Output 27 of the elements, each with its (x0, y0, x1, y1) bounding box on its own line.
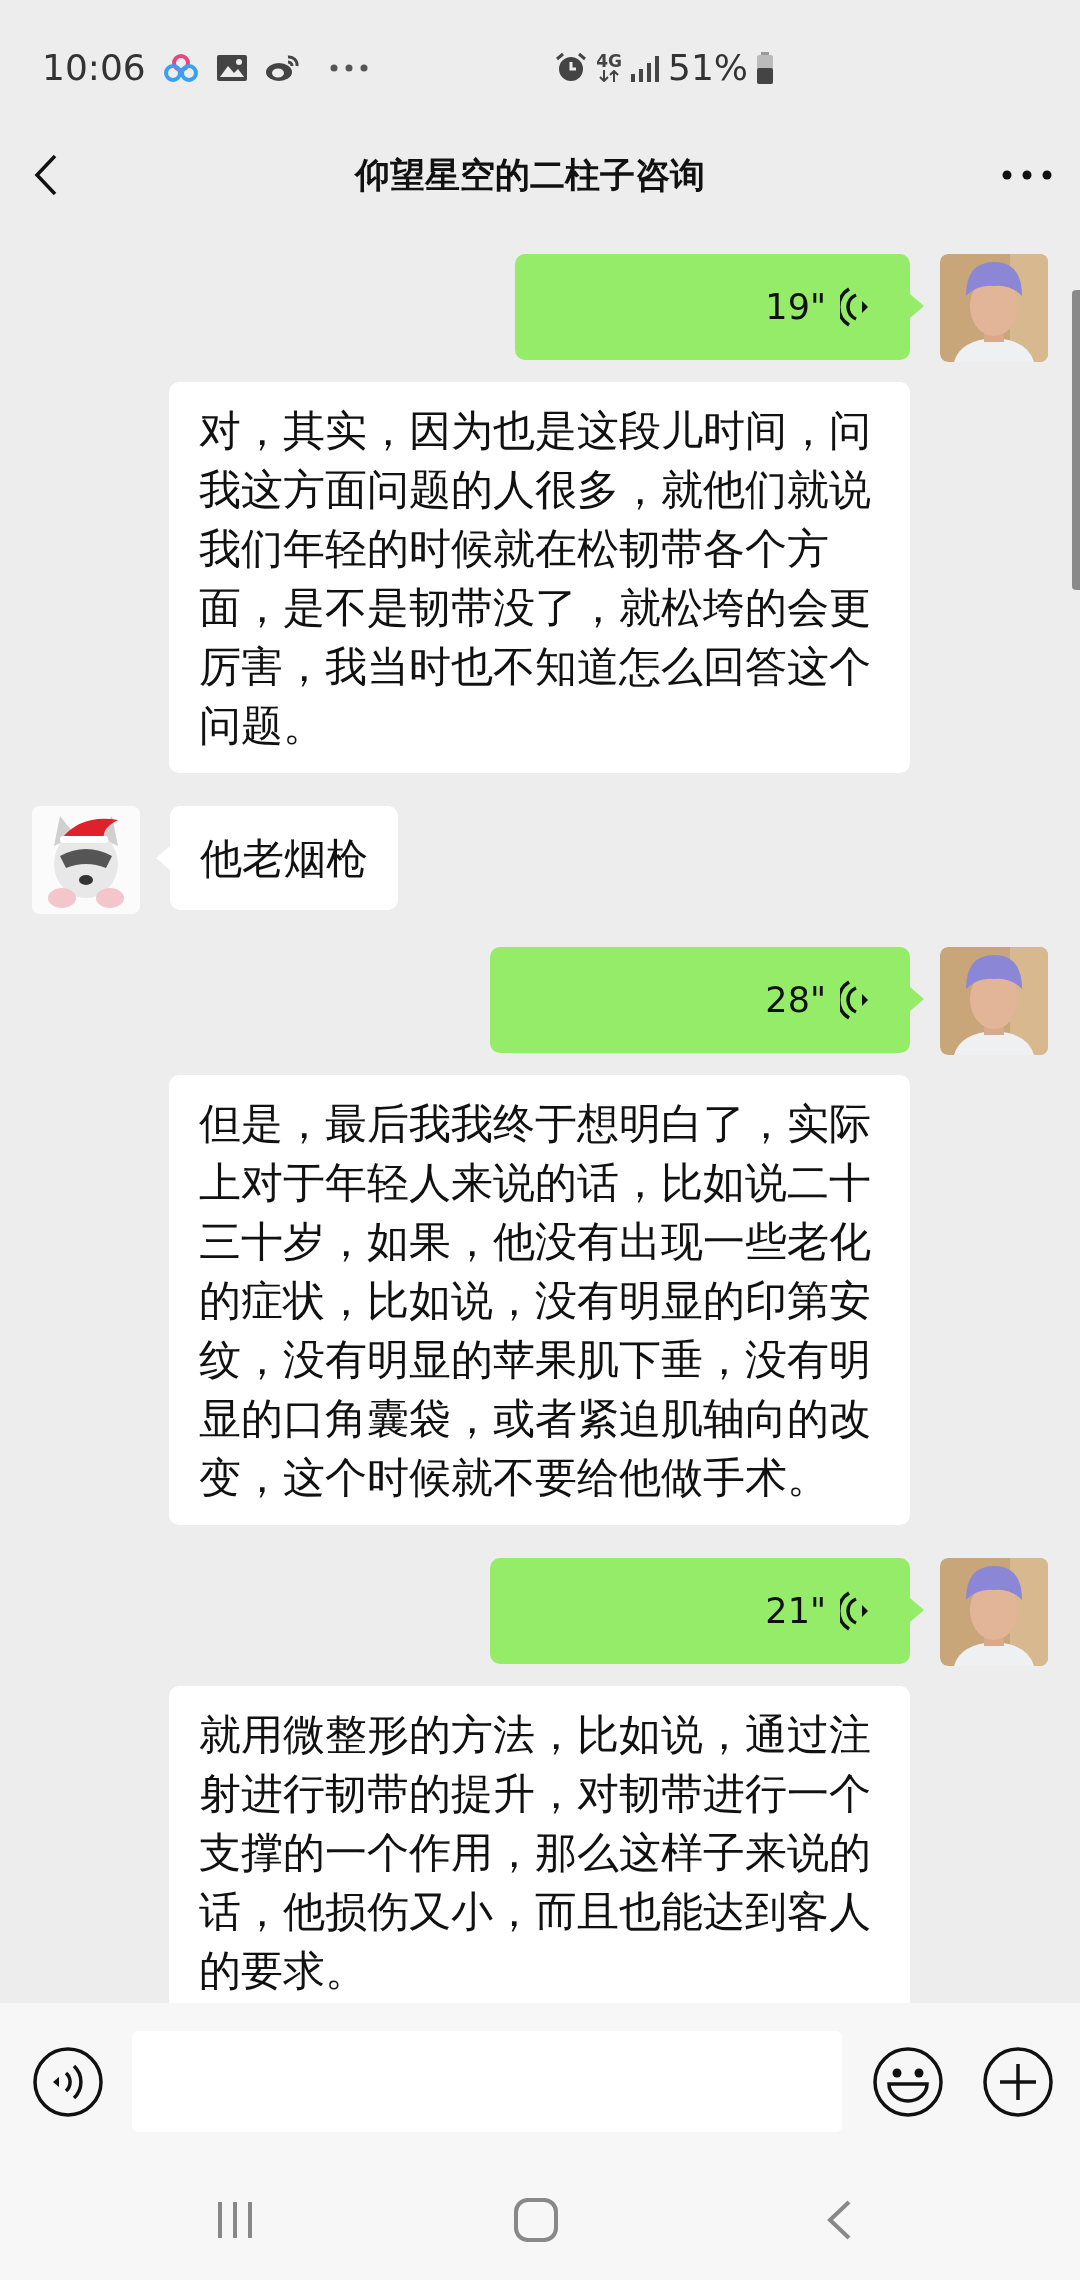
voice-input-icon[interactable] (32, 2045, 104, 2118)
transcript-text: 但是，最后我我终于想明白了，实际 上对于年轻人来说的话，比如说二十 三十岁，如果，他没有出现一些老化 的症状，比如说，没有明显的印第安 纹，没有明显的苹果肌下垂，没有明 显的口角囊袋，或者紧迫肌轴向的改 变，这个时候就不要给他做手术。 (169, 1075, 910, 1525)
voice-duration: 21" (765, 1589, 826, 1633)
signal-icon (630, 53, 660, 82)
transcript-text: 就用微整形的方法，比如说，通过注 射进行韧带的提升，对韧带进行一个 支撑的一个作用，那么这样子来说的 话，他损伤又小，而且也能达到客人 的要求。 (169, 1686, 910, 2003)
emoji-icon[interactable] (872, 2045, 944, 2118)
back-icon[interactable] (34, 154, 58, 196)
rings-icon (161, 52, 200, 83)
status-time: 10:06 (42, 45, 146, 90)
voice-duration: 19" (765, 285, 826, 329)
image-icon (215, 53, 248, 82)
data-arrows-icon (598, 70, 621, 82)
chat-title: 仰望星空的二柱子咨询 (355, 153, 705, 197)
home-icon[interactable] (514, 2198, 558, 2242)
voice-wave-icon (840, 287, 868, 327)
battery-icon (756, 51, 774, 84)
more-icon[interactable] (1002, 170, 1052, 180)
voice-duration: 28" (765, 978, 826, 1022)
plus-icon[interactable] (982, 2045, 1054, 2118)
transcript-text: 对，其实，因为也是这段儿时间，问 我这方面问题的人很多，就他们就说 我们年轻的时候就在松韧带各个方 面，是不是韧带没了，就松垮的会更 厉害，我当时也不知道怎么回答这个 问题。 (169, 382, 910, 773)
voice-wave-icon (840, 980, 868, 1020)
voice-wave-icon (840, 1591, 868, 1631)
battery-level: 51% (668, 45, 748, 90)
logo-icon (263, 52, 300, 83)
network-type: 4G (596, 53, 622, 70)
more-icon (329, 63, 368, 72)
recent-apps-icon[interactable] (215, 2200, 255, 2240)
